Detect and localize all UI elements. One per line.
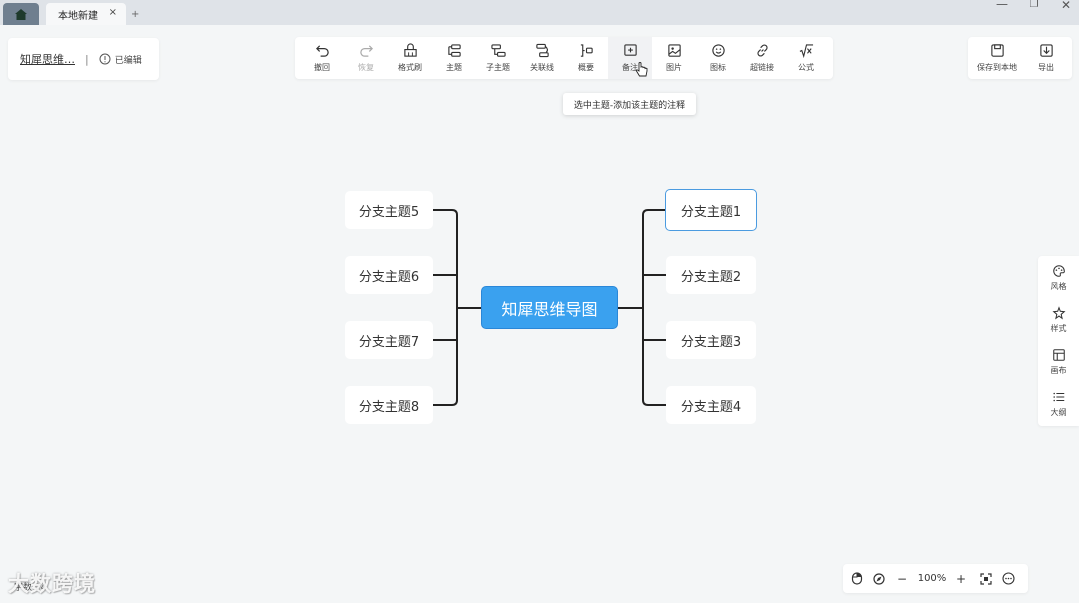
branch-topic-1[interactable]: 分支主题1 (665, 189, 757, 231)
summary-label: 概要 (578, 63, 594, 72)
info-circle-icon (99, 53, 111, 65)
undo-icon (315, 45, 329, 57)
format-brush-button[interactable]: 格式刷 (388, 37, 432, 79)
maximize-icon[interactable]: ❐ (1024, 0, 1044, 10)
main-toolbar: 撤回 恢复 格式刷 主题 子主题 关联线 概要 备注 图片 图标 超链接 公式 (295, 37, 833, 79)
save-icon (990, 44, 1004, 57)
emoji-button[interactable]: 图标 (696, 37, 740, 79)
topic-button[interactable]: 主题 (432, 37, 476, 79)
export-label: 导出 (1038, 63, 1054, 72)
minimize-icon[interactable]: — (992, 0, 1012, 11)
note-tooltip: 选中主题-添加该主题的注释 (563, 93, 696, 115)
mouse-mode-button[interactable] (849, 564, 865, 593)
mouse-icon (851, 572, 863, 585)
branch-topic-4[interactable]: 分支主题4 (666, 386, 756, 424)
undo-button[interactable]: 撤回 (300, 37, 344, 79)
side-panel: 风格 样式 画布 大纲 (1038, 256, 1079, 426)
canvas-label: 画布 (1050, 366, 1067, 375)
more-icon (1001, 572, 1015, 585)
zoom-bar: − 100% + (843, 564, 1028, 593)
new-tab-icon[interactable]: + (131, 9, 139, 20)
compass-icon (873, 572, 885, 585)
root-topic[interactable]: 知犀思维导图 (481, 286, 618, 329)
style-icon (1051, 306, 1066, 320)
watermark-text: 大数跨境 (8, 572, 96, 596)
format-brush-label: 格式刷 (398, 63, 422, 72)
branch-topic-3[interactable]: 分支主题3 (666, 321, 756, 359)
topic-label: 主题 (446, 63, 462, 72)
hand-cursor-icon (635, 62, 648, 77)
branch-topic-2[interactable]: 分支主题2 (666, 256, 756, 294)
undo-label: 撤回 (314, 63, 330, 72)
redo-button[interactable]: 恢复 (344, 37, 388, 79)
fit-screen-icon (980, 572, 992, 585)
image-label: 图片 (666, 63, 682, 72)
tab-close-icon[interactable]: × (109, 7, 117, 18)
summary-icon (580, 44, 593, 57)
zoom-out-button[interactable]: − (895, 564, 909, 593)
tab-local-new[interactable]: 本地新建 × (46, 3, 126, 25)
export-icon (1039, 44, 1053, 57)
file-toolbar: 保存到本地 导出 (968, 37, 1072, 79)
edit-status-text: 已编辑 (114, 55, 142, 66)
redo-label: 恢复 (358, 63, 374, 72)
save-local-label: 保存到本地 (977, 63, 1017, 72)
relation-line-label: 关联线 (530, 63, 554, 72)
canvas-icon (1052, 349, 1065, 361)
home-tab[interactable] (3, 3, 39, 25)
zoom-level: 100% (917, 573, 947, 584)
save-local-button[interactable]: 保存到本地 (972, 37, 1022, 79)
topic-icon (447, 44, 461, 57)
subtopic-button[interactable]: 子主题 (476, 37, 520, 79)
formula-icon (799, 44, 813, 58)
close-window-icon[interactable]: ✕ (1056, 0, 1076, 12)
fit-screen-button[interactable] (978, 564, 994, 593)
edit-status: 已编辑 (99, 53, 142, 66)
branch-topic-5[interactable]: 分支主题5 (345, 191, 433, 229)
tab-label: 本地新建 (58, 10, 98, 22)
style-theme-label: 风格 (1050, 282, 1067, 291)
node-style-label: 样式 (1050, 324, 1067, 333)
doc-info-panel: 知犀思维… | 已编辑 (8, 38, 159, 80)
formula-label: 公式 (798, 63, 814, 72)
outline-button[interactable]: 大纲 (1038, 384, 1079, 424)
title-bar: 本地新建 × + — ❐ ✕ (0, 0, 1079, 25)
outline-label: 大纲 (1050, 408, 1067, 417)
format-brush-icon (403, 43, 417, 57)
link-label: 超链接 (750, 63, 774, 72)
style-theme-button[interactable]: 风格 (1038, 258, 1079, 298)
formula-button[interactable]: 公式 (784, 37, 828, 79)
emoji-icon (711, 44, 725, 57)
branch-topic-6[interactable]: 分支主题6 (345, 256, 433, 294)
branch-topic-8[interactable]: 分支主题8 (345, 386, 433, 424)
canvas-button[interactable]: 画布 (1038, 342, 1079, 382)
summary-button[interactable]: 概要 (564, 37, 608, 79)
export-button[interactable]: 导出 (1024, 37, 1068, 79)
branch-topic-7[interactable]: 分支主题7 (345, 321, 433, 359)
outline-icon (1052, 392, 1064, 402)
palette-icon (1052, 265, 1065, 277)
home-icon (15, 8, 27, 20)
link-button[interactable]: 超链接 (740, 37, 784, 79)
doc-name[interactable]: 知犀思维… (20, 51, 75, 67)
redo-icon (359, 45, 373, 57)
link-icon (756, 44, 768, 57)
more-button[interactable] (1000, 564, 1016, 593)
subtopic-label: 子主题 (486, 63, 510, 72)
note-icon (623, 44, 637, 56)
zoom-in-button[interactable]: + (954, 564, 968, 593)
emoji-label: 图标 (710, 63, 726, 72)
relation-line-button[interactable]: 关联线 (520, 37, 564, 79)
image-button[interactable]: 图片 (652, 37, 696, 79)
subtopic-icon (490, 44, 506, 57)
node-style-button[interactable]: 样式 (1038, 300, 1079, 340)
locate-button[interactable] (871, 564, 887, 593)
image-icon (667, 44, 681, 57)
separator: | (85, 52, 89, 66)
relation-line-icon (535, 43, 549, 58)
